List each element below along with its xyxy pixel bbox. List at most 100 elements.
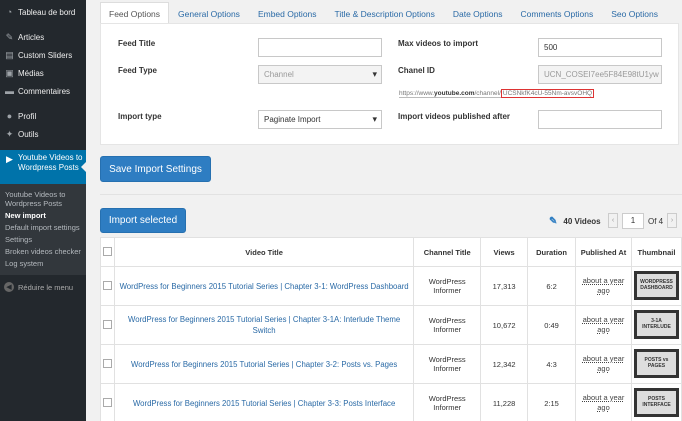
channel-id-input[interactable]: UCN_COSEI7ee5F84E98tU1yw xyxy=(538,65,662,84)
collapse-menu-button[interactable]: ◀ Réduire le menu xyxy=(0,279,86,295)
sidebar-item-articles[interactable]: ✎ Articles xyxy=(0,28,86,46)
feed-type-label: Feed Type xyxy=(118,66,157,75)
video-title-link[interactable]: WordPress for Beginners 2015 Tutorial Se… xyxy=(127,359,401,370)
pin-icon: ✎ xyxy=(5,31,14,42)
hint-prefix: https://www. xyxy=(399,90,435,97)
wrench-icon: ✦ xyxy=(5,128,14,139)
admin-sidebar: ◔ Tableau de bord ✎ Articles ▤ Custom Slide… xyxy=(0,0,86,421)
feed-options-panel: Feed Title Feed Type Channel Import type… xyxy=(100,23,679,145)
sidebar-item-comments[interactable]: ▬ Commentaires xyxy=(0,82,86,100)
sidebar-item-medias[interactable]: ▣ Médias xyxy=(0,64,86,82)
hint-channel-id: UCSNkfK4cU-55Nm-avsvOHQ xyxy=(500,89,595,98)
column-header-channel-title: Channel Title xyxy=(413,237,482,267)
sidebar-item-label: Médias xyxy=(18,68,44,78)
sidebar-item-dashboard[interactable]: ◔ Tableau de bord xyxy=(0,3,86,21)
row-checkbox[interactable] xyxy=(102,280,112,290)
tab-comments-options[interactable]: Comments Options xyxy=(511,2,603,24)
channel-title-cell: WordPress Informer xyxy=(413,266,482,306)
thumbnail-caption: 3-1A INTERLUDE xyxy=(642,318,671,330)
submenu-item-settings[interactable]: Settings xyxy=(0,235,86,245)
comments-icon: ▬ xyxy=(5,86,14,96)
video-thumbnail[interactable]: 3-1A INTERLUDE xyxy=(633,309,679,339)
submenu-item-default-import-settings[interactable]: Default import settings xyxy=(0,223,86,233)
column-header-thumbnail: Thumbnail xyxy=(630,237,682,267)
dashboard-icon: ◔ xyxy=(6,7,13,17)
sidebar-item-label: Profil xyxy=(18,111,37,121)
duration-cell: 4:3 xyxy=(527,344,577,384)
row-checkbox[interactable] xyxy=(102,358,112,368)
sidebar-item-youtube-videos[interactable]: ▶ Youtube Videos to Wordpress Posts xyxy=(0,150,86,184)
page-total: Of 4 xyxy=(648,217,664,226)
feed-title-label: Feed Title xyxy=(118,39,156,48)
submenu-item-plugin-home[interactable]: Youtube Videos to Wordpress Posts xyxy=(0,190,86,209)
channel-id-label: Chanel ID xyxy=(398,66,435,75)
video-title-link[interactable]: WordPress for Beginners 2015 Tutorial Se… xyxy=(129,398,399,409)
sidebar-submenu: Youtube Videos to Wordpress Posts New im… xyxy=(0,184,86,275)
views-cell: 12,342 xyxy=(480,344,529,384)
tab-date-options[interactable]: Date Options xyxy=(443,2,512,24)
thumbnail-caption: POSTS vs PAGES xyxy=(644,357,669,369)
feed-title-input[interactable] xyxy=(258,38,382,57)
tab-feed-options[interactable]: Feed Options xyxy=(100,2,170,24)
submenu-item-broken-videos-checker[interactable]: Broken videos checker xyxy=(0,247,86,257)
sidebar-item-label: Tableau de bord xyxy=(18,7,76,17)
video-title-link[interactable]: WordPress for Beginners 2015 Tutorial Se… xyxy=(115,314,413,336)
sidebar-item-tools[interactable]: ✦ Outils xyxy=(0,125,86,143)
import-type-select[interactable]: Paginate Import xyxy=(258,110,382,129)
column-header-duration: Duration xyxy=(527,237,577,267)
column-header-video-title: Video Title xyxy=(113,237,415,267)
max-videos-label: Max videos to import xyxy=(398,39,479,48)
duration-cell: 6:2 xyxy=(527,266,577,306)
views-cell: 10,672 xyxy=(480,305,529,345)
video-thumbnail[interactable]: WORDPRESS DASHBOARD xyxy=(633,270,679,300)
row-checkbox[interactable] xyxy=(102,319,112,329)
sidebar-item-label: Commentaires xyxy=(18,86,71,96)
tab-general-options[interactable]: General Options xyxy=(169,2,249,24)
video-thumbnail[interactable]: POSTS INTERFACE xyxy=(633,387,679,417)
sidebar-item-profile[interactable]: ● Profil xyxy=(0,107,86,125)
table-header-row: Video Title Channel Title Views Duration… xyxy=(100,237,682,267)
media-icon: ▣ xyxy=(5,67,14,78)
duration-cell: 0:49 xyxy=(527,305,577,345)
submenu-item-new-import[interactable]: New import xyxy=(0,211,86,221)
published-at-cell: about a year ago xyxy=(582,393,625,412)
tab-embed-options[interactable]: Embed Options xyxy=(248,2,326,24)
next-page-button[interactable]: › xyxy=(667,213,677,228)
video-thumbnail[interactable]: POSTS vs PAGES xyxy=(633,348,679,378)
select-all-checkbox[interactable] xyxy=(102,246,112,256)
video-count-label: 40 Videos xyxy=(563,217,601,226)
prev-page-button[interactable]: ‹ xyxy=(608,213,618,228)
thumbnail-caption: POSTS INTERFACE xyxy=(642,396,671,408)
import-selected-button[interactable]: Import selected xyxy=(100,208,186,233)
duration-cell: 2:15 xyxy=(527,383,577,421)
channel-title-cell: WordPress Informer xyxy=(413,344,482,384)
sidebar-item-label: Outils xyxy=(18,129,39,139)
video-icon: ▶ xyxy=(6,153,13,164)
sidebar-item-label: Youtube Videos to Wordpress Posts xyxy=(18,153,83,172)
feed-type-select[interactable]: Channel xyxy=(258,65,382,84)
sliders-icon: ▤ xyxy=(5,49,14,60)
collapse-arrow-icon: ◀ xyxy=(4,282,14,292)
submenu-item-log-system[interactable]: Log system xyxy=(0,259,86,269)
row-checkbox[interactable] xyxy=(102,397,112,407)
hint-path: /channel/ xyxy=(474,90,501,97)
page-number-input[interactable]: 1 xyxy=(622,213,644,229)
tab-title-description-options[interactable]: Title & Description Options xyxy=(325,2,444,24)
published-after-label: Import videos published after xyxy=(398,112,511,121)
thumbnail-caption: WORDPRESS DASHBOARD xyxy=(640,279,673,291)
channel-url-hint: https://www.youtube.com/channel/UCSNkfK4… xyxy=(399,89,595,98)
column-header-views: Views xyxy=(480,237,529,267)
hint-domain: youtube.com xyxy=(434,90,475,97)
section-divider xyxy=(100,194,682,195)
published-after-input[interactable] xyxy=(538,110,662,129)
import-type-label: Import type xyxy=(118,112,162,121)
sidebar-item-custom-sliders[interactable]: ▤ Custom Sliders xyxy=(0,46,86,64)
video-title-link[interactable]: WordPress for Beginners 2015 Tutorial Se… xyxy=(116,281,413,292)
wrench-icon: ✎ xyxy=(549,216,558,227)
channel-title-cell: WordPress Informer xyxy=(413,305,482,345)
save-import-settings-button[interactable]: Save Import Settings xyxy=(100,156,211,182)
max-videos-input[interactable]: 500 xyxy=(538,38,662,57)
settings-tabs: Feed Options General Options Embed Optio… xyxy=(100,2,667,24)
sidebar-item-label: Custom Sliders xyxy=(18,50,73,60)
tab-seo-options[interactable]: Seo Options xyxy=(602,2,667,24)
